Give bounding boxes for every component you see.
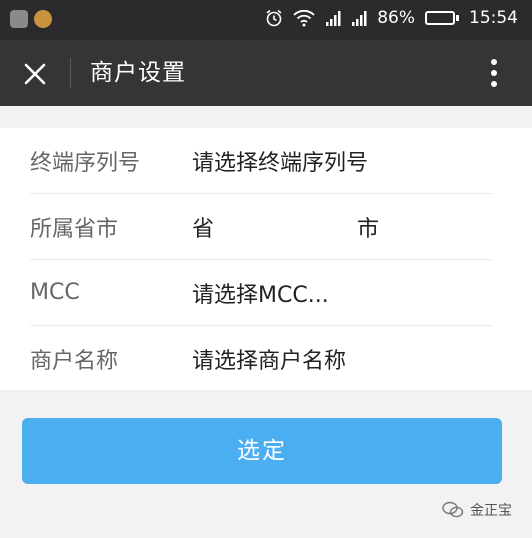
page-title: 商户设置 bbox=[90, 60, 186, 86]
watermark: 金正宝 bbox=[442, 500, 512, 520]
more-dot-icon bbox=[491, 70, 497, 76]
province-select[interactable]: 省 bbox=[192, 211, 357, 243]
mcc-label: MCC bbox=[30, 280, 80, 305]
wechat-logo-icon bbox=[442, 501, 464, 518]
region-selectors: 省 市 bbox=[192, 211, 379, 243]
terminal-serial-label: 终端序列号 bbox=[30, 150, 141, 176]
merchant-settings-form: 终端序列号 请选择终端序列号 所属省市 省 市 MCC 请选择MCC... 商户… bbox=[0, 128, 532, 390]
notification-icons bbox=[10, 10, 52, 28]
merchant-name-label: 商户名称 bbox=[30, 348, 119, 374]
mcc-row[interactable]: MCC 请选择MCC... bbox=[30, 260, 492, 325]
app-bar: 商户设置 bbox=[0, 40, 532, 106]
gallery-notification-icon bbox=[10, 10, 28, 28]
terminal-serial-row[interactable]: 终端序列号 请选择终端序列号 bbox=[30, 128, 492, 193]
watermark-text: 金正宝 bbox=[470, 503, 512, 519]
merchant-name-select[interactable]: 请选择商户名称 bbox=[192, 343, 346, 375]
confirm-button[interactable]: 选定 bbox=[22, 418, 502, 484]
battery-percent: 86% bbox=[377, 8, 415, 28]
status-bar: 86% 15:54 bbox=[0, 0, 532, 40]
more-dot-icon bbox=[491, 59, 497, 65]
city-select[interactable]: 市 bbox=[357, 211, 379, 243]
clock: 15:54 bbox=[469, 8, 518, 28]
signal-icon-sim2 bbox=[352, 11, 367, 26]
terminal-serial-select[interactable]: 请选择终端序列号 bbox=[192, 145, 368, 177]
app-notification-icon bbox=[34, 10, 52, 28]
more-dot-icon bbox=[491, 81, 497, 87]
alarm-icon bbox=[266, 9, 282, 27]
system-status: 86% 15:54 bbox=[265, 8, 518, 28]
app-bar-divider bbox=[70, 58, 71, 88]
region-row: 所属省市 省 市 bbox=[30, 194, 492, 259]
signal-icon-sim1 bbox=[326, 11, 341, 26]
more-options-button[interactable] bbox=[482, 56, 506, 90]
close-icon bbox=[24, 63, 46, 85]
mcc-select[interactable]: 请选择MCC... bbox=[192, 277, 329, 309]
merchant-name-row[interactable]: 商户名称 请选择商户名称 bbox=[30, 326, 492, 391]
region-label: 所属省市 bbox=[30, 216, 119, 242]
wifi-icon bbox=[293, 9, 315, 27]
battery-icon bbox=[425, 11, 459, 25]
close-button[interactable] bbox=[18, 57, 52, 91]
